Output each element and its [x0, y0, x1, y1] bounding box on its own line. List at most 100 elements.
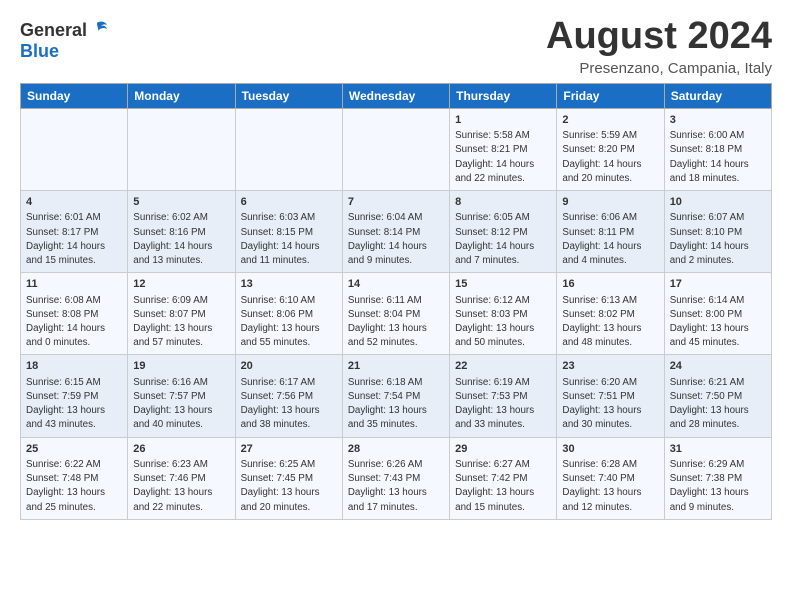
day-number: 4 [26, 195, 122, 210]
day-info: Sunrise: 6:10 AM Sunset: 8:06 PM Dayligh… [241, 294, 337, 351]
day-number: 7 [348, 195, 444, 210]
logo-general: General [20, 20, 87, 41]
logo-block: General Blue [20, 20, 111, 62]
day-info: Sunrise: 6:16 AM Sunset: 7:57 PM Dayligh… [133, 376, 229, 433]
day-number: 12 [133, 277, 229, 292]
day-info: Sunrise: 6:05 AM Sunset: 8:12 PM Dayligh… [455, 211, 551, 268]
weekday-header-friday: Friday [557, 83, 664, 108]
day-number: 30 [562, 442, 658, 457]
day-info: Sunrise: 6:26 AM Sunset: 7:43 PM Dayligh… [348, 458, 444, 515]
day-number: 28 [348, 442, 444, 457]
calendar-cell [21, 108, 128, 190]
day-info: Sunrise: 6:01 AM Sunset: 8:17 PM Dayligh… [26, 211, 122, 268]
calendar-cell: 19 Sunrise: 6:16 AM Sunset: 7:57 PM Dayli… [128, 355, 235, 437]
weekday-header-monday: Monday [128, 83, 235, 108]
calendar-cell: 31Sunrise: 6:29 AM Sunset: 7:38 PM Dayli… [664, 437, 771, 519]
calendar-cell: 4Sunrise: 6:01 AM Sunset: 8:17 PM Daylig… [21, 191, 128, 273]
day-info: Sunrise: 6:15 AM Sunset: 7:59 PM Dayligh… [26, 376, 122, 433]
day-number: 19 [133, 359, 229, 374]
weekday-header-saturday: Saturday [664, 83, 771, 108]
calendar-cell [235, 108, 342, 190]
day-info: Sunrise: 6:09 AM Sunset: 8:07 PM Dayligh… [133, 294, 229, 351]
day-number: 11 [26, 277, 122, 292]
logo: General Blue [20, 20, 111, 62]
calendar-cell: 21Sunrise: 6:18 AM Sunset: 7:54 PM Dayli… [342, 355, 449, 437]
calendar-cell: 8Sunrise: 6:05 AM Sunset: 8:12 PM Daylig… [450, 191, 557, 273]
day-number: 29 [455, 442, 551, 457]
day-number: 31 [670, 442, 766, 457]
weekday-header-sunday: Sunday [21, 83, 128, 108]
page: General Blue August 2024 Presenzano, Cam… [0, 0, 792, 530]
day-info: Sunrise: 6:07 AM Sunset: 8:10 PM Dayligh… [670, 211, 766, 268]
logo-blue: Blue [20, 41, 59, 61]
day-info: Sunrise: 6:04 AM Sunset: 8:14 PM Dayligh… [348, 211, 444, 268]
day-number: 24 [670, 359, 766, 374]
day-number: 15 [455, 277, 551, 292]
calendar-cell: 27Sunrise: 6:25 AM Sunset: 7:45 PM Dayli… [235, 437, 342, 519]
day-number: 26 [133, 442, 229, 457]
weekday-header-row: SundayMondayTuesdayWednesdayThursdayFrid… [21, 83, 772, 108]
day-number: 9 [562, 195, 658, 210]
day-info: Sunrise: 6:12 AM Sunset: 8:03 PM Dayligh… [455, 294, 551, 351]
day-info: Sunrise: 6:20 AM Sunset: 7:51 PM Dayligh… [562, 376, 658, 433]
day-info: Sunrise: 6:06 AM Sunset: 8:11 PM Dayligh… [562, 211, 658, 268]
calendar-cell: 6Sunrise: 6:03 AM Sunset: 8:15 PM Daylig… [235, 191, 342, 273]
calendar-week-row: 25Sunrise: 6:22 AM Sunset: 7:48 PM Dayli… [21, 437, 772, 519]
calendar-cell: 24 Sunrise: 6:21 AM Sunset: 7:50 PM Dayli… [664, 355, 771, 437]
day-number: 10 [670, 195, 766, 210]
weekday-header-tuesday: Tuesday [235, 83, 342, 108]
day-info: Sunrise: 6:27 AM Sunset: 7:42 PM Dayligh… [455, 458, 551, 515]
calendar-cell: 9Sunrise: 6:06 AM Sunset: 8:11 PM Daylig… [557, 191, 664, 273]
calendar-cell: 1Sunrise: 5:58 AM Sunset: 8:21 PM Daylig… [450, 108, 557, 190]
weekday-header-thursday: Thursday [450, 83, 557, 108]
calendar-cell: 11 Sunrise: 6:08 AM Sunset: 8:08 PM Dayli… [21, 273, 128, 355]
day-info: Sunrise: 6:22 AM Sunset: 7:48 PM Dayligh… [26, 458, 122, 515]
day-info: Sunrise: 6:14 AM Sunset: 8:00 PM Dayligh… [670, 294, 766, 351]
day-number: 3 [670, 113, 766, 128]
calendar-cell: 28Sunrise: 6:26 AM Sunset: 7:43 PM Dayli… [342, 437, 449, 519]
calendar-cell: 14 Sunrise: 6:11 AM Sunset: 8:04 PM Dayli… [342, 273, 449, 355]
calendar-week-row: 18 Sunrise: 6:15 AM Sunset: 7:59 PM Dayli… [21, 355, 772, 437]
calendar-cell: 10Sunrise: 6:07 AM Sunset: 8:10 PM Dayli… [664, 191, 771, 273]
day-info: Sunrise: 6:21 AM Sunset: 7:50 PM Dayligh… [670, 376, 766, 433]
calendar-cell: 18 Sunrise: 6:15 AM Sunset: 7:59 PM Dayli… [21, 355, 128, 437]
calendar-cell: 23Sunrise: 6:20 AM Sunset: 7:51 PM Dayli… [557, 355, 664, 437]
day-info: Sunrise: 6:08 AM Sunset: 8:08 PM Dayligh… [26, 294, 122, 351]
month-title: August 2024 [546, 16, 772, 58]
day-info: Sunrise: 6:23 AM Sunset: 7:46 PM Dayligh… [133, 458, 229, 515]
calendar-cell: 25Sunrise: 6:22 AM Sunset: 7:48 PM Dayli… [21, 437, 128, 519]
calendar-week-row: 4Sunrise: 6:01 AM Sunset: 8:17 PM Daylig… [21, 191, 772, 273]
calendar-cell: 20Sunrise: 6:17 AM Sunset: 7:56 PM Dayli… [235, 355, 342, 437]
day-number: 1 [455, 113, 551, 128]
calendar-week-row: 11 Sunrise: 6:08 AM Sunset: 8:08 PM Dayli… [21, 273, 772, 355]
calendar-cell: 22 Sunrise: 6:19 AM Sunset: 7:53 PM Dayli… [450, 355, 557, 437]
calendar-cell: 12 Sunrise: 6:09 AM Sunset: 8:07 PM Dayli… [128, 273, 235, 355]
day-info: Sunrise: 6:19 AM Sunset: 7:53 PM Dayligh… [455, 376, 551, 433]
day-number: 21 [348, 359, 444, 374]
day-number: 18 [26, 359, 122, 374]
calendar-cell: 17Sunrise: 6:14 AM Sunset: 8:00 PM Dayli… [664, 273, 771, 355]
day-info: Sunrise: 5:58 AM Sunset: 8:21 PM Dayligh… [455, 129, 551, 186]
calendar-cell: 2Sunrise: 5:59 AM Sunset: 8:20 PM Daylig… [557, 108, 664, 190]
day-number: 14 [348, 277, 444, 292]
day-info: Sunrise: 6:11 AM Sunset: 8:04 PM Dayligh… [348, 294, 444, 351]
day-info: Sunrise: 6:02 AM Sunset: 8:16 PM Dayligh… [133, 211, 229, 268]
calendar-cell: 7Sunrise: 6:04 AM Sunset: 8:14 PM Daylig… [342, 191, 449, 273]
calendar-cell: 30Sunrise: 6:28 AM Sunset: 7:40 PM Dayli… [557, 437, 664, 519]
day-info: Sunrise: 6:03 AM Sunset: 8:15 PM Dayligh… [241, 211, 337, 268]
location-subtitle: Presenzano, Campania, Italy [546, 60, 772, 77]
calendar-week-row: 1Sunrise: 5:58 AM Sunset: 8:21 PM Daylig… [21, 108, 772, 190]
day-number: 22 [455, 359, 551, 374]
day-number: 8 [455, 195, 551, 210]
calendar-cell [342, 108, 449, 190]
day-number: 20 [241, 359, 337, 374]
calendar-cell: 26Sunrise: 6:23 AM Sunset: 7:46 PM Dayli… [128, 437, 235, 519]
calendar-cell [128, 108, 235, 190]
day-info: Sunrise: 6:00 AM Sunset: 8:18 PM Dayligh… [670, 129, 766, 186]
calendar-cell: 16Sunrise: 6:13 AM Sunset: 8:02 PM Dayli… [557, 273, 664, 355]
title-area: August 2024 Presenzano, Campania, Italy [546, 16, 772, 77]
day-number: 25 [26, 442, 122, 457]
day-info: Sunrise: 6:13 AM Sunset: 8:02 PM Dayligh… [562, 294, 658, 351]
day-number: 13 [241, 277, 337, 292]
calendar-cell: 15 Sunrise: 6:12 AM Sunset: 8:03 PM Dayli… [450, 273, 557, 355]
